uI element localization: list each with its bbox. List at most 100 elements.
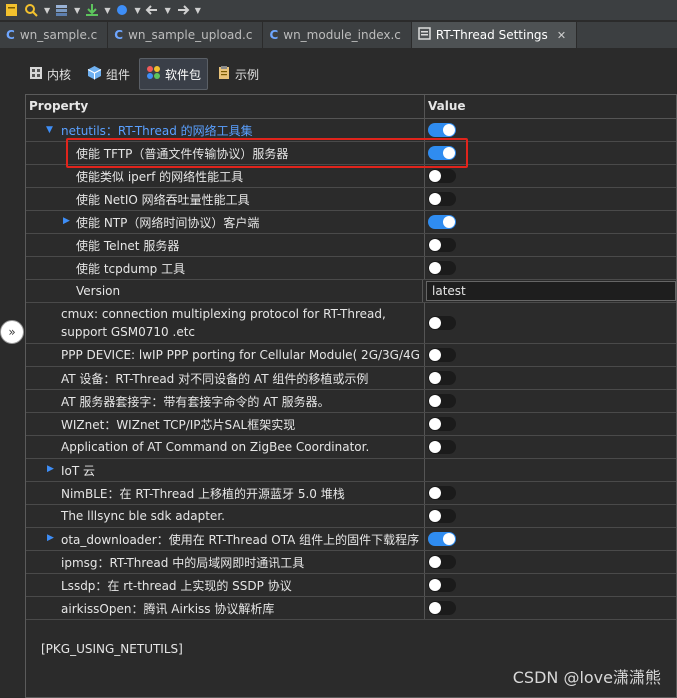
table-row[interactable]: ipmsg：RT-Thread 中的局域网即时通讯工具 — [26, 551, 676, 574]
toggle-switch[interactable] — [428, 348, 456, 362]
table-row[interactable]: AT 设备：RT-Thread 对不同设备的 AT 组件的移植或示例 — [26, 367, 676, 390]
chevron-down-icon[interactable]: ▼ — [195, 6, 201, 15]
table-row[interactable]: The lllsync ble sdk adapter. — [26, 505, 676, 528]
toggle-switch[interactable] — [428, 486, 456, 500]
subtab-label: 示例 — [235, 67, 260, 82]
table-row[interactable]: AT 服务器套接字：带有套接字命令的 AT 服务器。 — [26, 390, 676, 413]
close-icon[interactable]: ✕ — [557, 29, 566, 42]
expand-right-icon[interactable]: ▶ — [47, 464, 54, 474]
property-cell[interactable]: ▶ IoT 云 — [26, 459, 425, 481]
search-icon[interactable] — [24, 3, 40, 17]
tab-rt-thread-settings[interactable]: RT-Thread Settings ✕ — [411, 22, 578, 48]
column-header-property[interactable]: Property — [26, 95, 425, 118]
tab-wn-sample[interactable]: C wn_sample.c — [0, 22, 109, 48]
table-row[interactable]: Version latest — [26, 280, 676, 303]
property-cell[interactable]: Lssdp：在 rt-thread 上实现的 SSDP 协议 — [26, 574, 425, 596]
table-row[interactable]: ▶ 使能 NTP（网络时间协议）客户端 — [26, 211, 676, 234]
table-row[interactable]: 使能类似 iperf 的网络性能工具 — [26, 165, 676, 188]
value-cell — [425, 234, 676, 256]
value-cell — [425, 257, 676, 279]
table-row[interactable]: PPP DEVICE: lwIP PPP porting for Cellula… — [26, 344, 676, 367]
property-cell[interactable]: The lllsync ble sdk adapter. — [26, 505, 425, 527]
property-cell[interactable]: NimBLE：在 RT-Thread 上移植的开源蓝牙 5.0 堆栈 — [26, 482, 425, 504]
property-cell[interactable]: ipmsg：RT-Thread 中的局域网即时通讯工具 — [26, 551, 425, 573]
table-row[interactable]: 使能 Telnet 服务器 — [26, 234, 676, 257]
tab-wn-module-index[interactable]: C wn_module_index.c — [263, 22, 412, 48]
chevron-down-icon[interactable]: ▼ — [44, 6, 50, 15]
toggle-switch[interactable] — [428, 440, 456, 454]
table-row[interactable]: cmux: connection multiplexing protocol f… — [26, 303, 676, 344]
value-cell — [425, 459, 676, 481]
toggle-switch[interactable] — [428, 394, 456, 408]
value-cell — [425, 344, 676, 366]
forward-arrow-icon[interactable] — [175, 3, 191, 17]
toggle-switch[interactable] — [428, 601, 456, 615]
property-cell[interactable]: ▶ 使能 NTP（网络时间协议）客户端 — [26, 211, 425, 233]
toggle-switch[interactable] — [428, 509, 456, 523]
table-row[interactable]: 使能 NetIO 网络吞吐量性能工具 — [26, 188, 676, 211]
toggle-switch[interactable] — [428, 169, 456, 183]
subtab-components[interactable]: 组件 — [80, 58, 137, 90]
subtab-examples[interactable]: 示例 — [210, 58, 266, 90]
toggle-switch[interactable] — [428, 215, 456, 229]
version-select[interactable]: latest — [426, 281, 676, 301]
toggle-switch[interactable] — [428, 371, 456, 385]
back-arrow-icon[interactable] — [145, 3, 161, 17]
property-cell[interactable]: Application of AT Command on ZigBee Coor… — [26, 436, 425, 458]
tab-wn-sample-upload[interactable]: C wn_sample_upload.c — [108, 22, 264, 48]
property-cell[interactable]: WIZnet：WIZnet TCP/IP芯片SAL框架实现 — [26, 413, 425, 435]
expand-down-icon[interactable]: ▼ — [46, 125, 53, 135]
table-row[interactable]: 使能 TFTP（普通文件传输协议）服务器 — [26, 142, 676, 165]
subtab-kernel[interactable]: 内核 — [22, 58, 78, 90]
chevron-down-icon[interactable]: ▼ — [165, 6, 171, 15]
toggle-switch[interactable] — [428, 316, 456, 330]
property-cell[interactable]: PPP DEVICE: lwIP PPP porting for Cellula… — [26, 344, 425, 366]
toggle-switch[interactable] — [428, 578, 456, 592]
property-cell[interactable]: AT 服务器套接字：带有套接字命令的 AT 服务器。 — [26, 390, 425, 412]
chevron-down-icon[interactable]: ▼ — [104, 6, 110, 15]
toggle-knob — [443, 216, 455, 228]
tab-label: wn_sample_upload.c — [128, 28, 253, 42]
property-cell[interactable]: 使能类似 iperf 的网络性能工具 — [26, 165, 425, 187]
property-cell[interactable]: ▼ netutils：RT-Thread 的网络工具集 — [26, 119, 425, 141]
stack-icon[interactable] — [54, 3, 70, 17]
expand-right-icon[interactable]: ▶ — [47, 533, 54, 543]
chevron-down-icon[interactable]: ▼ — [74, 6, 80, 15]
property-cell[interactable]: AT 设备：RT-Thread 对不同设备的 AT 组件的移植或示例 — [26, 367, 425, 389]
download-icon[interactable] — [84, 3, 100, 17]
toggle-switch[interactable] — [428, 238, 456, 252]
expand-right-icon[interactable]: ▶ — [63, 216, 70, 226]
toggle-switch[interactable] — [428, 123, 456, 137]
toggle-switch[interactable] — [428, 532, 456, 546]
debug-icon[interactable] — [114, 3, 130, 17]
table-row[interactable]: NimBLE：在 RT-Thread 上移植的开源蓝牙 5.0 堆栈 — [26, 482, 676, 505]
table-row[interactable]: airkissOpen：腾讯 Airkiss 协议解析库 — [26, 597, 676, 620]
toggle-switch[interactable] — [428, 192, 456, 206]
property-label: WIZnet：WIZnet TCP/IP芯片SAL框架实现 — [61, 417, 296, 432]
toggle-switch[interactable] — [428, 261, 456, 275]
table-row[interactable]: ▼ netutils：RT-Thread 的网络工具集 — [26, 119, 676, 142]
table-row[interactable]: WIZnet：WIZnet TCP/IP芯片SAL框架实现 — [26, 413, 676, 436]
toggle-switch[interactable] — [428, 417, 456, 431]
toggle-switch[interactable] — [428, 146, 456, 160]
column-header-value[interactable]: Value — [425, 95, 676, 118]
new-file-icon[interactable] — [4, 3, 20, 17]
property-cell[interactable]: 使能 NetIO 网络吞吐量性能工具 — [26, 188, 425, 210]
toggle-switch[interactable] — [428, 555, 456, 569]
tab-label: wn_module_index.c — [283, 28, 401, 42]
table-row[interactable]: Lssdp：在 rt-thread 上实现的 SSDP 协议 — [26, 574, 676, 597]
property-cell[interactable]: airkissOpen：腾讯 Airkiss 协议解析库 — [26, 597, 425, 619]
table-row[interactable]: Application of AT Command on ZigBee Coor… — [26, 436, 676, 459]
chevron-down-icon[interactable]: ▼ — [134, 6, 140, 15]
expand-panel-button[interactable]: » — [0, 320, 24, 344]
table-row[interactable]: 使能 tcpdump 工具 — [26, 257, 676, 280]
property-cell[interactable]: 使能 tcpdump 工具 — [26, 257, 425, 279]
property-cell[interactable]: cmux: connection multiplexing protocol f… — [26, 303, 425, 343]
property-cell[interactable]: ▶ ota_downloader：使用在 RT-Thread OTA 组件上的固件… — [26, 528, 425, 550]
table-row[interactable]: ▶ IoT 云 — [26, 459, 676, 482]
subtab-packages[interactable]: 软件包 — [139, 58, 209, 90]
property-cell[interactable]: Version — [26, 280, 423, 302]
property-cell[interactable]: 使能 TFTP（普通文件传输协议）服务器 — [26, 142, 425, 164]
property-cell[interactable]: 使能 Telnet 服务器 — [26, 234, 425, 256]
table-row[interactable]: ▶ ota_downloader：使用在 RT-Thread OTA 组件上的固件… — [26, 528, 676, 551]
